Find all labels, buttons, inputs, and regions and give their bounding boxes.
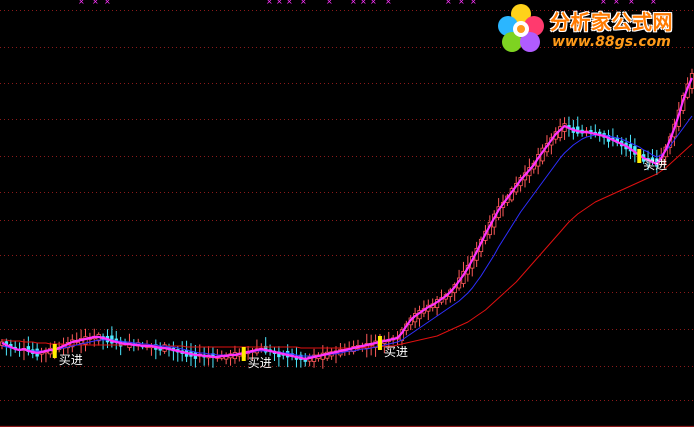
top-marker: × (470, 0, 477, 6)
top-marker: × (445, 0, 452, 6)
top-marker: × (276, 0, 283, 6)
flower-logo-icon (498, 4, 544, 52)
buy-signal-label: 买进 (384, 345, 408, 359)
logo-url: www.88gs.com (552, 34, 671, 50)
top-marker: × (92, 0, 99, 6)
logo-title: 分析家公式网 (550, 10, 673, 34)
top-marker: × (326, 0, 333, 6)
top-marker: × (360, 0, 367, 6)
top-marker: × (350, 0, 357, 6)
top-marker: × (286, 0, 293, 6)
top-marker: × (458, 0, 465, 6)
buy-signal-label: 买进 (643, 158, 667, 172)
buy-signal-bar (637, 149, 642, 163)
buy-signal-label: 买进 (248, 356, 272, 370)
top-marker: × (266, 0, 273, 6)
buy-signal-label: 买进 (59, 353, 83, 367)
top-marker: × (370, 0, 377, 6)
chart-background (0, 0, 694, 427)
candlestick-chart: × × × × × × × × × × × × × × × × × × × 买进 买进买进买进 (0, 0, 694, 427)
top-marker: × (385, 0, 392, 6)
buy-signal-bar (377, 336, 382, 350)
top-marker: × (300, 0, 307, 6)
top-marker: × (104, 0, 111, 6)
buy-signal-bar (241, 347, 246, 361)
site-logo[interactable]: 分析家公式网 www.88gs.com (494, 2, 692, 54)
buy-signal-bar (52, 344, 57, 358)
top-marker: × (78, 0, 85, 6)
